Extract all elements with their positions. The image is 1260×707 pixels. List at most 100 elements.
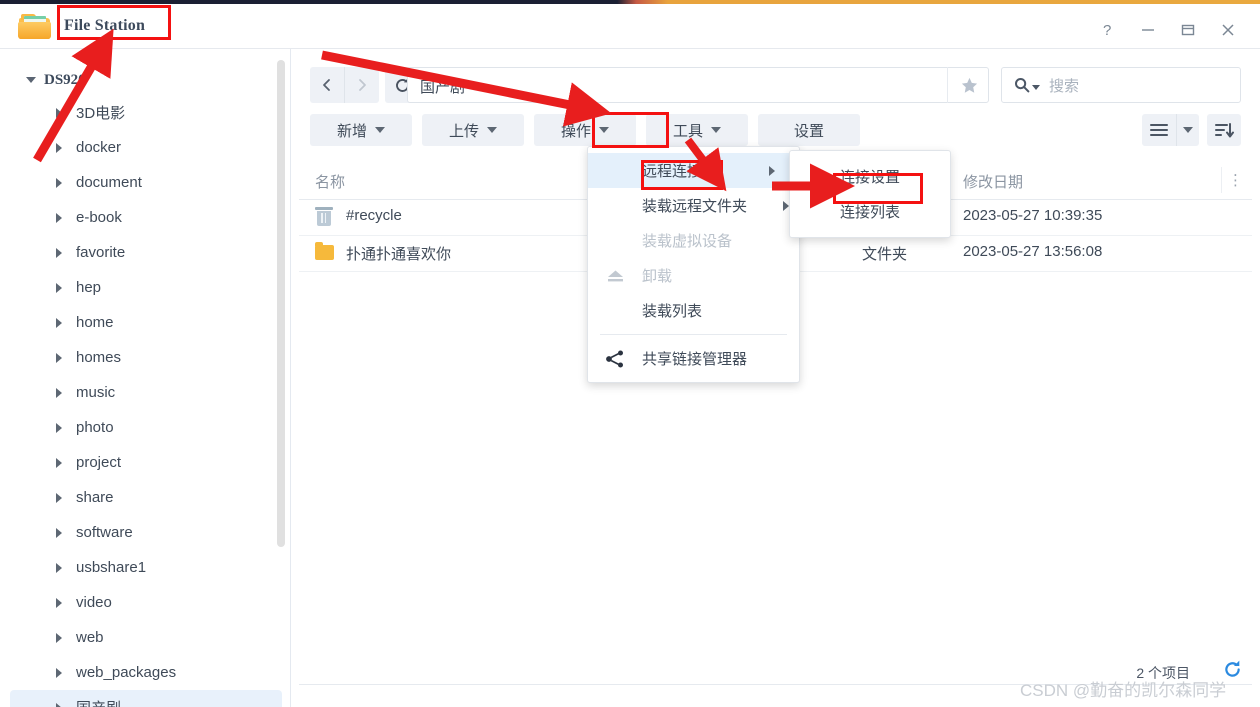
sidebar-item-label: favorite [76,244,125,261]
new-button[interactable]: 新增 [310,114,412,146]
sidebar-root-ds920[interactable]: DS920 [0,65,290,95]
chevron-down-icon [487,127,497,133]
sidebar-item-label: web [76,629,104,646]
sidebar-item-guochanju[interactable]: 国产剧 [10,690,282,707]
column-options-icon[interactable]: ⋮ [1228,171,1244,189]
sidebar-item-photo[interactable]: photo [10,410,282,445]
sidebar-item-label: homes [76,349,121,366]
file-modified-date: 2023-05-27 13:56:08 [963,243,1102,260]
navigation-bar: 国产剧 搜索 [291,67,1260,105]
view-options-caret-button[interactable] [1176,114,1199,146]
upload-button[interactable]: 上传 [422,114,524,146]
back-button[interactable] [310,67,344,103]
submenu-item-connection-settings[interactable]: 连接设置 [790,159,950,194]
menu-item-mount-list[interactable]: 装载列表 [588,293,799,328]
tools-button-label: 工具 [673,120,703,141]
eject-icon [588,269,642,283]
favorite-star-icon[interactable] [947,67,990,103]
file-name: #recycle [346,207,402,224]
list-view-icon [1150,121,1168,139]
sidebar-item-homes[interactable]: homes [10,340,282,375]
menu-item-label: 卸载 [642,265,672,286]
forward-button[interactable] [344,67,379,103]
sidebar-tree: DS920 3D电影 docker document e-book favori… [0,65,290,707]
folder-icon [315,243,335,263]
sort-button[interactable] [1207,114,1241,146]
sidebar-item-label: software [76,524,133,541]
caret-down-icon [26,74,38,86]
column-header-name[interactable]: 名称 [315,171,345,192]
menu-item-label: 装载虚拟设备 [642,230,732,251]
sidebar-item-label: photo [76,419,114,436]
app-folder-icon [18,14,52,40]
submenu-item-connection-list[interactable]: 连接列表 [790,194,950,229]
chevron-down-icon [711,127,721,133]
menu-item-share-link-manager[interactable]: 共享链接管理器 [588,341,799,376]
sidebar-item-label: e-book [76,209,122,226]
file-modified-date: 2023-05-27 10:39:35 [963,207,1102,224]
remote-connection-submenu: 连接设置 连接列表 [789,150,951,238]
sidebar-item-label: docker [76,139,121,156]
caret-right-icon [56,318,66,328]
path-breadcrumb-input[interactable]: 国产剧 [407,67,989,103]
new-button-label: 新增 [337,120,367,141]
sidebar-item-music[interactable]: music [10,375,282,410]
caret-right-icon [56,213,66,223]
caret-right-icon [56,528,66,538]
menu-divider [600,334,787,335]
sidebar-item-3d-movies[interactable]: 3D电影 [10,95,282,130]
action-button-label: 操作 [561,120,591,141]
sidebar-item-e-book[interactable]: e-book [10,200,282,235]
sidebar-item-video[interactable]: video [10,585,282,620]
sidebar-item-label: project [76,454,121,471]
search-filter-caret-icon[interactable] [1032,85,1040,90]
sidebar-item-docker[interactable]: docker [10,130,282,165]
help-button[interactable]: ? [1088,8,1128,52]
csdn-watermark: CSDN @勤奋的凯尔森同学 [1020,676,1226,701]
sidebar-item-label: 国产剧 [76,697,121,707]
menu-item-label: 远程连接 [642,160,702,181]
menu-item-remote-connection[interactable]: 远程连接 [588,153,799,188]
file-type: 文件夹 [862,243,907,264]
caret-right-icon [56,143,66,153]
caret-right-icon [56,598,66,608]
submenu-arrow-icon [769,166,775,176]
header-divider [1221,167,1222,193]
search-placeholder: 搜索 [1049,75,1079,96]
minimize-button[interactable] [1128,8,1168,52]
caret-right-icon [56,703,66,707]
sidebar-item-web[interactable]: web [10,620,282,655]
sidebar-item-label: 3D电影 [76,102,125,123]
settings-button[interactable]: 设置 [758,114,860,146]
sidebar-item-document[interactable]: document [10,165,282,200]
menu-item-unmount: 卸载 [588,258,799,293]
maximize-button[interactable] [1168,8,1208,52]
sidebar-item-usbshare1[interactable]: usbshare1 [10,550,282,585]
action-button[interactable]: 操作 [534,114,636,146]
caret-right-icon [56,563,66,573]
list-view-button[interactable] [1142,114,1176,146]
sidebar-root-label: DS920 [44,72,86,89]
svg-text:?: ? [1103,22,1111,38]
sidebar-scrollbar[interactable] [277,60,285,547]
menu-item-mount-remote-folder[interactable]: 装载远程文件夹 [588,188,799,223]
sidebar-item-web-packages[interactable]: web_packages [10,655,282,690]
tools-button[interactable]: 工具 [646,114,748,146]
close-button[interactable] [1208,8,1248,52]
sidebar-item-label: document [76,174,142,191]
caret-right-icon [56,108,66,118]
sidebar-item-project[interactable]: project [10,445,282,480]
sidebar-item-favorite[interactable]: favorite [10,235,282,270]
sidebar-item-label: music [76,384,115,401]
column-header-date[interactable]: 修改日期 [963,171,1023,192]
file-station-window: File Station ? DS920 3D电 [0,0,1260,707]
sidebar-item-software[interactable]: software [10,515,282,550]
caret-right-icon [56,388,66,398]
sidebar-item-hep[interactable]: hep [10,270,282,305]
trash-icon [315,207,335,227]
search-input[interactable]: 搜索 [1001,67,1241,103]
chevron-down-icon [375,127,385,133]
sidebar-item-home[interactable]: home [10,305,282,340]
sidebar-item-share[interactable]: share [10,480,282,515]
chevron-down-icon [1183,127,1193,133]
